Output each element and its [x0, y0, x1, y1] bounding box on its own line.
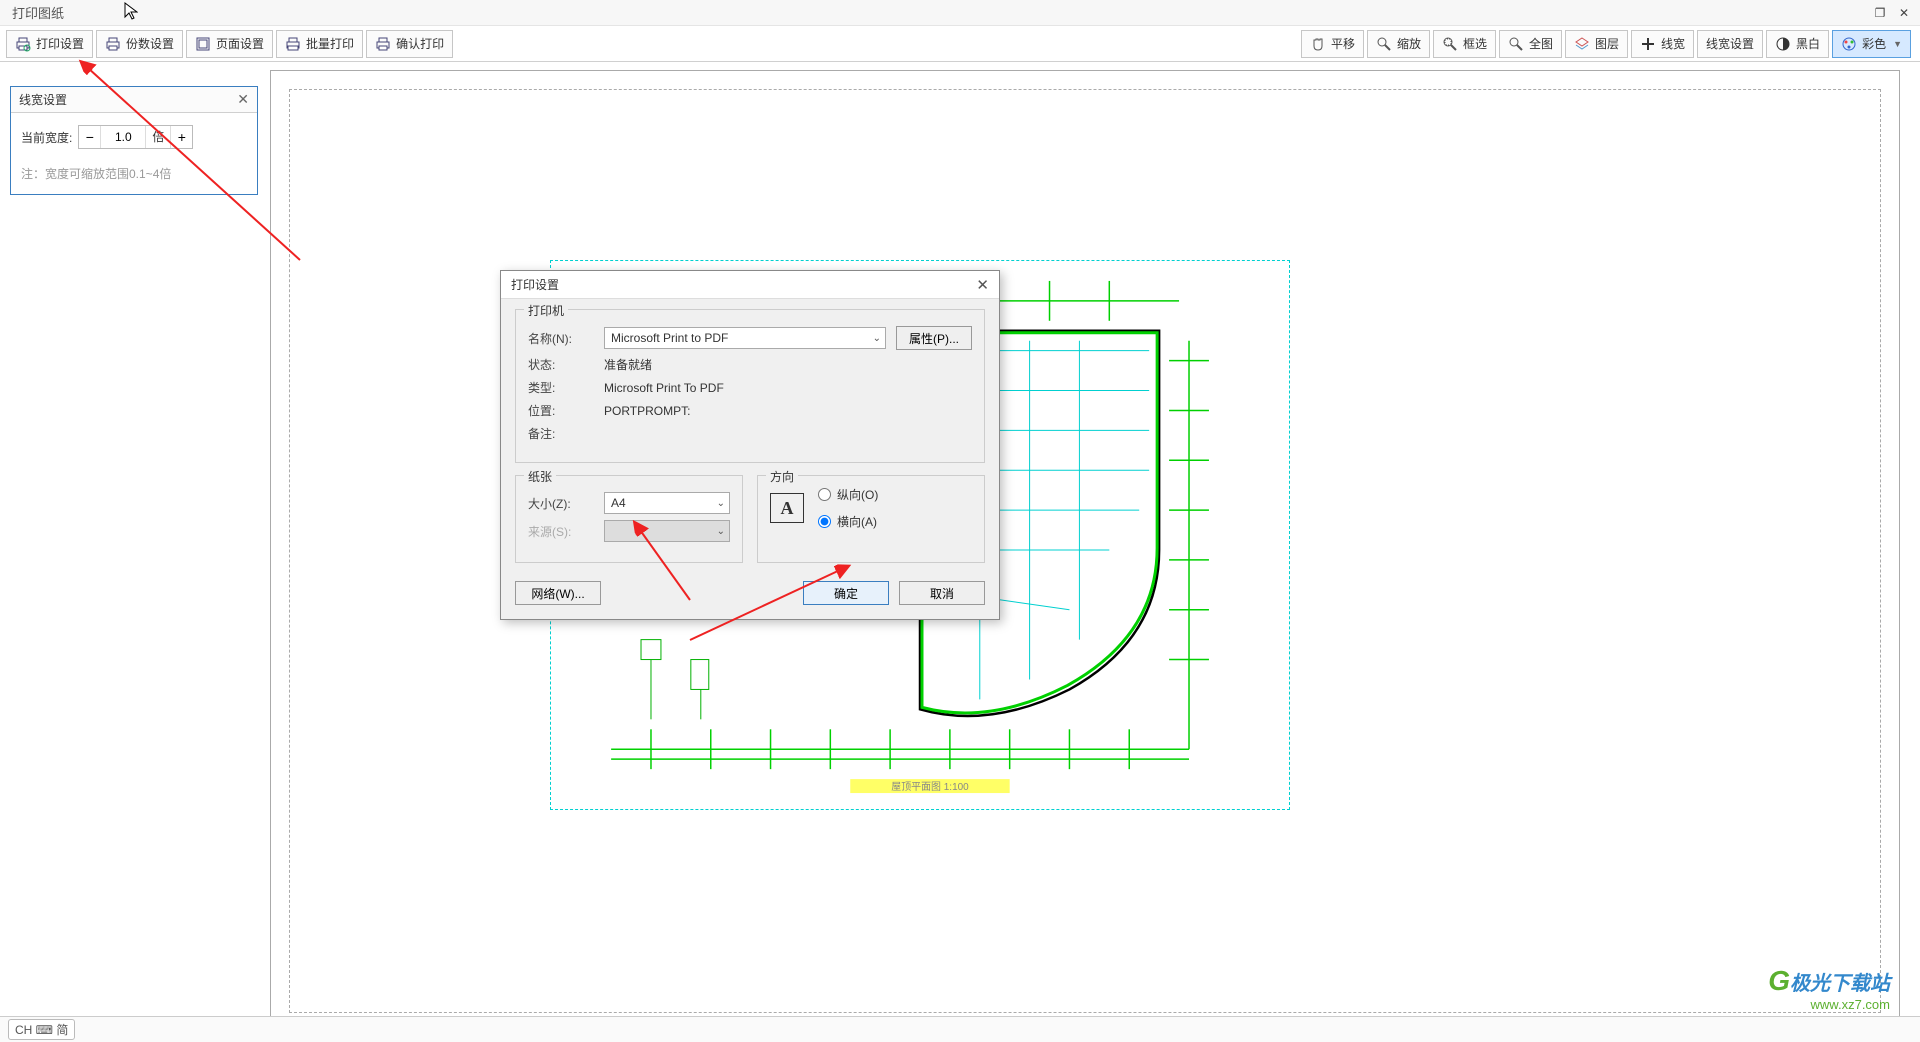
bw-icon: [1775, 36, 1791, 52]
zoom-rect-icon: [1442, 36, 1458, 52]
landscape-radio[interactable]: 横向(A): [818, 513, 878, 530]
orientation-icon: A: [770, 493, 804, 523]
title-bar: 打印图纸 ❐ ✕: [0, 0, 1920, 26]
paper-size-select[interactable]: A4⌄: [604, 492, 730, 514]
main-toolbar: 打印设置 份数设置 页面设置 批量打印 确认打印 平移 缩放 框选 全图 图层 …: [0, 26, 1920, 62]
zoom-button[interactable]: 缩放: [1367, 30, 1430, 58]
printer-fieldset: 打印机 名称(N): Microsoft Print to PDF⌄ 属性(P)…: [515, 309, 985, 463]
width-stepper: − 倍 +: [78, 125, 193, 149]
panel-close-icon[interactable]: ✕: [237, 91, 249, 108]
restore-icon[interactable]: ❐: [1872, 6, 1888, 20]
page-settings-button[interactable]: 页面设置: [186, 30, 273, 58]
paper-size-label: 大小(Z):: [528, 495, 594, 512]
page-icon: [195, 36, 211, 52]
layers-button[interactable]: 图层: [1565, 30, 1628, 58]
close-icon[interactable]: ✕: [1896, 6, 1912, 20]
drawing-caption: 屋顶平面图 1:100: [891, 781, 969, 793]
ime-indicator[interactable]: CH ⌨ 简: [8, 1019, 75, 1040]
print-settings-button[interactable]: 打印设置: [6, 30, 93, 58]
zoom-icon: [1376, 36, 1392, 52]
printer-status-value: 准备就绪: [604, 356, 652, 373]
status-bar: CH ⌨ 简: [0, 1016, 1920, 1042]
line-width-panel: 线宽设置 ✕ 当前宽度: − 倍 + 注：宽度可缩放范围0.1~4倍: [10, 86, 258, 195]
printer-name-select[interactable]: Microsoft Print to PDF⌄: [604, 327, 886, 349]
black-white-button[interactable]: 黑白: [1766, 30, 1829, 58]
printer-name-label: 名称(N):: [528, 330, 594, 347]
portrait-radio[interactable]: 纵向(O): [818, 486, 878, 503]
chevron-down-icon: ⌄: [717, 498, 725, 509]
paper-legend: 纸张: [524, 468, 556, 485]
batch-print-button[interactable]: 批量打印: [276, 30, 363, 58]
copies-settings-button[interactable]: 份数设置: [96, 30, 183, 58]
orient-legend: 方向: [766, 468, 798, 485]
hand-icon: [1310, 36, 1326, 52]
printer-where-label: 位置:: [528, 402, 594, 419]
printer-legend: 打印机: [524, 302, 568, 319]
zoom-all-icon: [1508, 36, 1524, 52]
pan-button[interactable]: 平移: [1301, 30, 1364, 58]
width-unit: 倍: [145, 126, 170, 148]
panel-header: 线宽设置 ✕: [11, 87, 257, 113]
printer-comment-label: 备注:: [528, 425, 594, 442]
chevron-down-icon: ⌄: [873, 333, 881, 344]
line-width-button[interactable]: 线宽: [1631, 30, 1694, 58]
confirm-print-button[interactable]: 确认打印: [366, 30, 453, 58]
width-input[interactable]: [101, 126, 145, 148]
panel-title: 线宽设置: [19, 91, 67, 108]
printer-where-value: PORTPROMPT:: [604, 404, 690, 418]
printer-batch-icon: [285, 36, 301, 52]
printer-properties-button[interactable]: 属性(P)...: [896, 326, 972, 350]
dialog-title-bar[interactable]: 打印设置 ✕: [501, 271, 999, 299]
layers-icon: [1574, 36, 1590, 52]
printer-copies-icon: [105, 36, 121, 52]
zoom-all-button[interactable]: 全图: [1499, 30, 1562, 58]
cursor-icon: [124, 2, 138, 20]
print-settings-dialog: 打印设置 ✕ 打印机 名称(N): Microsoft Print to PDF…: [500, 270, 1000, 620]
ok-button[interactable]: 确定: [803, 581, 889, 605]
line-width-settings-button[interactable]: 线宽设置: [1697, 30, 1763, 58]
watermark: G极光下载站 www.xz7.com: [1768, 965, 1890, 1012]
paper-source-select: ⌄: [604, 520, 730, 542]
dialog-close-icon[interactable]: ✕: [976, 276, 989, 294]
printer-gear-icon: [15, 36, 31, 52]
color-button[interactable]: 彩色▼: [1832, 30, 1911, 58]
dialog-title: 打印设置: [511, 276, 559, 293]
stepper-minus-button[interactable]: −: [79, 126, 101, 148]
chevron-down-icon: ▼: [1893, 39, 1902, 49]
window-controls: ❐ ✕: [1872, 6, 1912, 20]
current-width-label: 当前宽度:: [21, 129, 72, 146]
paper-fieldset: 纸张 大小(Z): A4⌄ 来源(S): ⌄: [515, 475, 743, 563]
printer-type-label: 类型:: [528, 379, 594, 396]
cancel-button[interactable]: 取消: [899, 581, 985, 605]
stepper-plus-button[interactable]: +: [170, 126, 192, 148]
printer-type-value: Microsoft Print To PDF: [604, 381, 724, 395]
network-button[interactable]: 网络(W)...: [515, 581, 601, 605]
plus-icon: [1640, 36, 1656, 52]
orient-fieldset: 方向 A 纵向(O) 横向(A): [757, 475, 985, 563]
color-icon: [1841, 36, 1857, 52]
printer-status-label: 状态:: [528, 356, 594, 373]
printer-check-icon: [375, 36, 391, 52]
window-title: 打印图纸: [12, 3, 64, 22]
paper-source-label: 来源(S):: [528, 523, 594, 540]
panel-note: 注：宽度可缩放范围0.1~4倍: [11, 161, 257, 194]
chevron-down-icon: ⌄: [717, 526, 725, 537]
zoom-rect-button[interactable]: 框选: [1433, 30, 1496, 58]
